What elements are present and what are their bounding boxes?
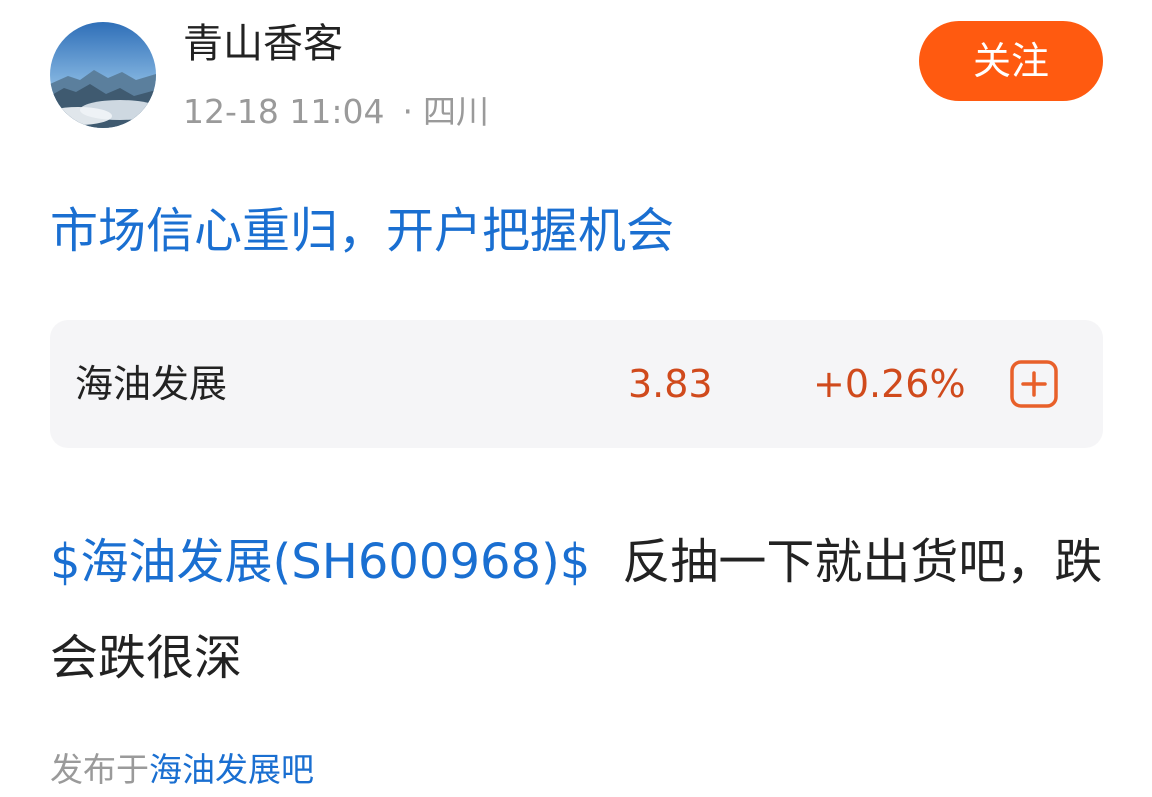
- follow-button[interactable]: 关注: [919, 21, 1103, 101]
- meta-separator: ·: [402, 92, 413, 131]
- avatar[interactable]: [50, 22, 156, 128]
- add-to-watchlist-button[interactable]: [1010, 360, 1058, 408]
- stock-name[interactable]: 海油发展: [75, 360, 227, 408]
- post-meta: 12-18 11:04 · 四川: [183, 90, 489, 134]
- stock-change: +0.26%: [813, 362, 966, 406]
- post-location: 四川: [422, 92, 489, 131]
- mountain-landscape-avatar-icon: [50, 22, 156, 128]
- post-body: $海油发展(SH600968)$ 反抽一下就出货吧，跌会跌很深: [50, 514, 1110, 706]
- author-name[interactable]: 青山香客: [183, 18, 343, 70]
- post-time: 12-18 11:04: [183, 92, 385, 131]
- published-in: 发布于海油发展吧: [50, 748, 314, 792]
- stock-card[interactable]: 海油发展 3.83 +0.26%: [50, 320, 1103, 448]
- post-title: 市场信心重归，开户把握机会: [50, 203, 675, 259]
- plus-square-icon: [1010, 360, 1058, 408]
- stock-price: 3.83: [628, 362, 713, 406]
- forum-link[interactable]: 海油发展吧: [149, 750, 314, 789]
- stock-tag-link[interactable]: $海油发展(SH600968)$: [50, 534, 590, 590]
- published-prefix: 发布于: [50, 750, 149, 789]
